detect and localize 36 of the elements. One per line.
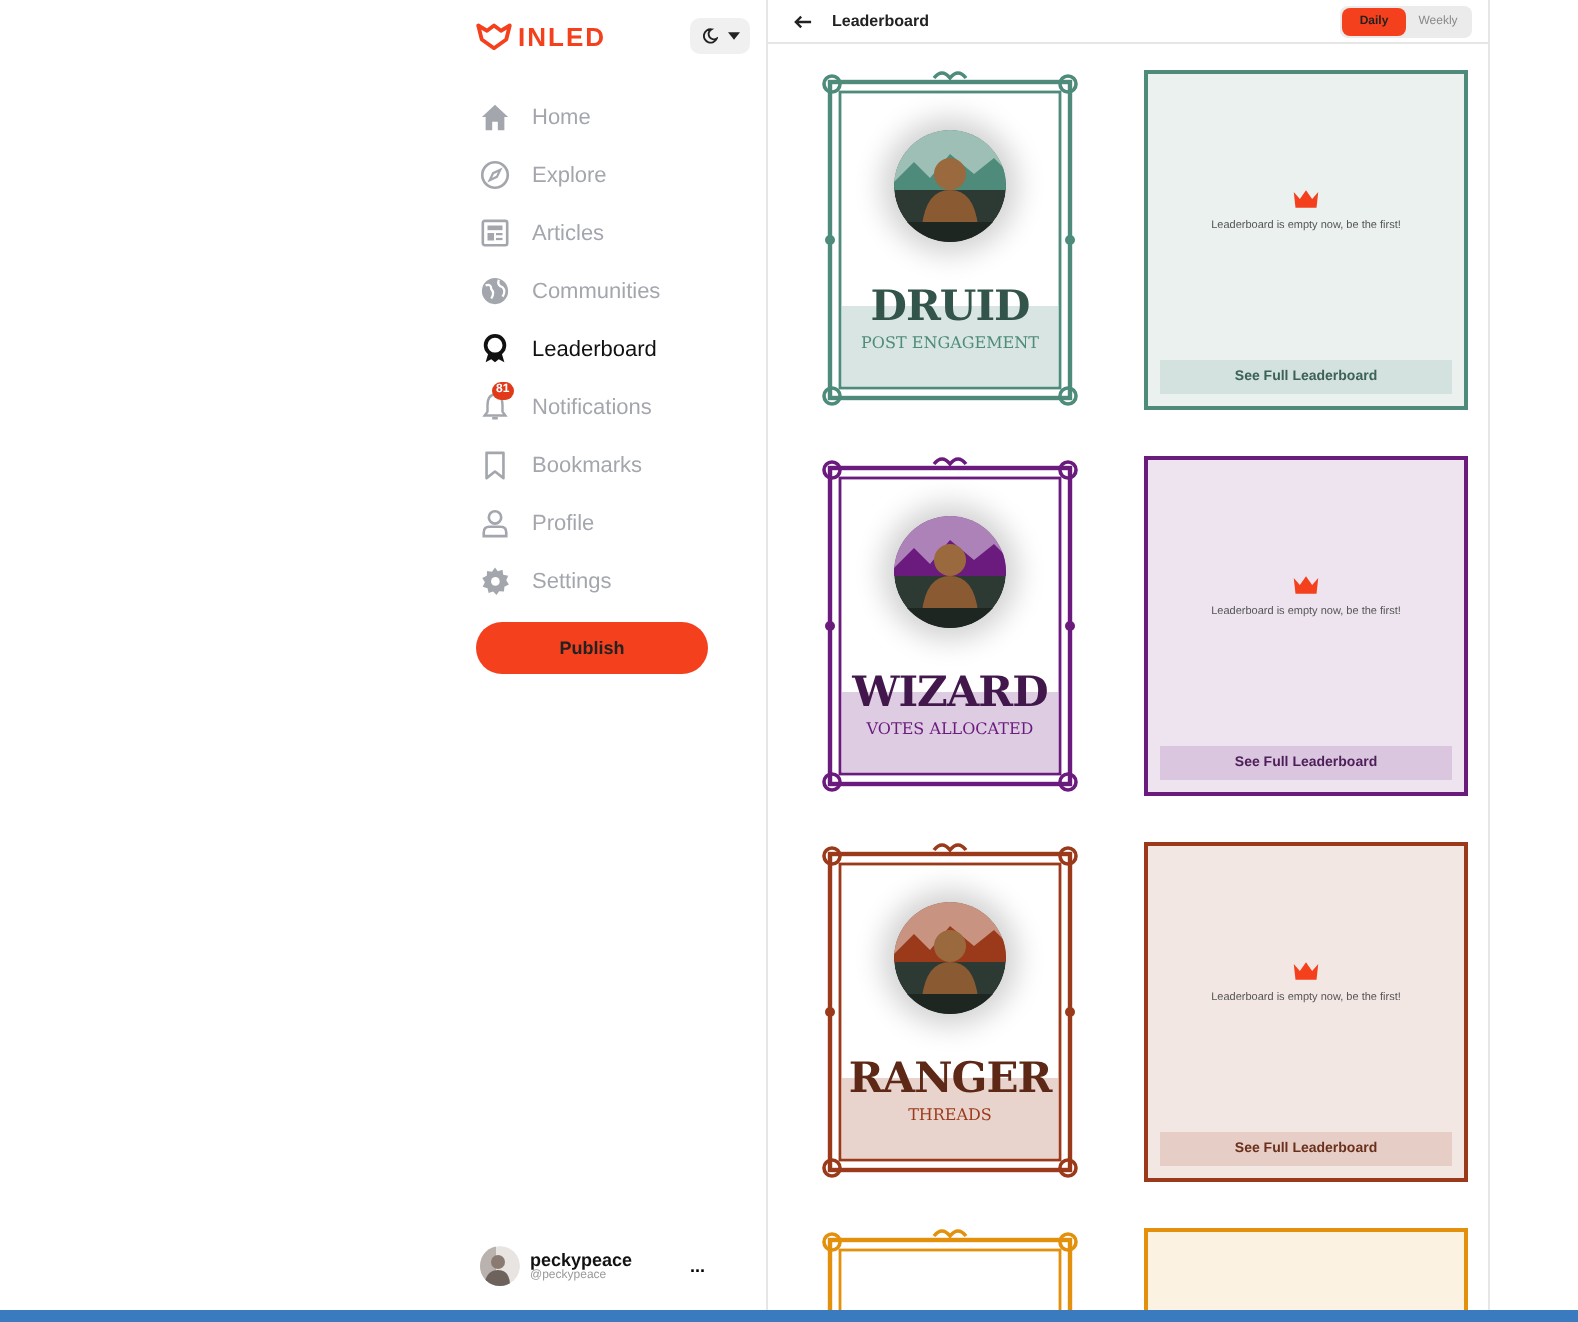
page-title: Leaderboard	[832, 12, 929, 30]
class-title: DRUID	[870, 282, 1030, 330]
caret-icon	[727, 32, 739, 40]
crown-icon	[1292, 188, 1320, 210]
award-icon	[480, 333, 510, 363]
moon-icon	[701, 28, 717, 44]
back-arrow-icon[interactable]	[794, 13, 812, 29]
settings-icon	[480, 565, 510, 595]
publish-button[interactable]: Publish	[476, 622, 708, 674]
class-subtitle: THREADS	[908, 1106, 992, 1124]
nav-item[interactable]: Leaderboard	[476, 320, 766, 378]
nav-item[interactable]: Explore	[476, 146, 766, 204]
bell-icon	[480, 391, 510, 421]
nav-item[interactable]: Profile	[476, 494, 766, 552]
class-title: RANGER	[848, 1054, 1052, 1102]
compass-icon	[480, 159, 510, 189]
crown-icon	[1292, 960, 1320, 982]
bookmark-icon	[480, 449, 510, 479]
newspaper-icon	[480, 217, 510, 247]
logo-text: INLED	[518, 21, 606, 51]
class-title: WIZARD	[852, 668, 1048, 716]
globe-icon	[480, 275, 510, 305]
nav-item[interactable]: Home	[476, 88, 766, 146]
logo-icon	[476, 22, 512, 50]
class-subtitle: VOTES ALLOCATED	[866, 720, 1034, 738]
nav-item[interactable]: Articles	[476, 204, 766, 262]
user-name: peckypeace	[530, 1250, 635, 1270]
theme-toggle[interactable]	[690, 18, 750, 54]
nav-item[interactable]: Bookmarks	[476, 436, 766, 494]
class-subtitle: POST ENGAGEMENT	[861, 334, 1039, 352]
home-icon	[480, 101, 510, 131]
more-button[interactable]: ...	[690, 1256, 706, 1276]
crown-icon	[1292, 574, 1320, 596]
nav-item[interactable]: Communities	[476, 262, 766, 320]
nav-item[interactable]: Settings	[476, 552, 766, 610]
person-icon	[480, 507, 510, 537]
